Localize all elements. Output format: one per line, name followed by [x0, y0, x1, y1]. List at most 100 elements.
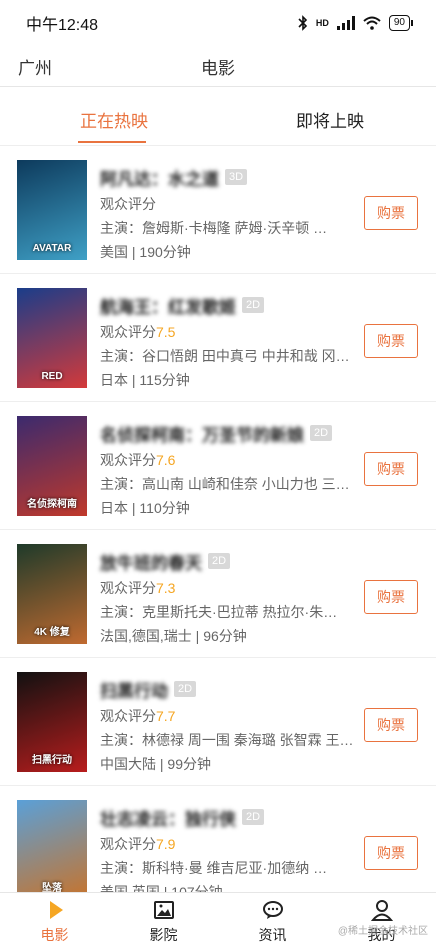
cast-text: 主演：詹姆斯·卡梅隆 萨姆·沃辛顿 …	[100, 220, 328, 236]
title-row: 航海王：红发歌姬 2D	[100, 293, 354, 318]
network-type-label: HD	[315, 18, 329, 28]
movie-info: 航海王：红发歌姬 2D 观众评分7.5 主演：谷口悟朗 田中真弓 中井和哉 冈……	[100, 294, 354, 390]
page-title: 电影	[201, 59, 235, 78]
cast-text: 主演：斯科特·曼 维吉尼亚·加德纳 …	[100, 860, 328, 876]
wifi-icon	[363, 16, 381, 30]
rating-label: 观众评分	[100, 708, 156, 724]
cast-text: 主演：克里斯托夫·巴拉蒂 热拉尔·朱…	[100, 604, 338, 620]
status-time: 中午12:48	[26, 17, 99, 34]
movie-list[interactable]: AVATAR 阿凡达：水之道 3D 观众评分 主演：詹姆斯·卡梅隆 萨姆·沃辛顿…	[0, 146, 436, 892]
buy-ticket-button[interactable]: 购票	[364, 580, 418, 614]
bottom-nav-item[interactable]: 资讯	[218, 893, 327, 951]
title-row: 放牛班的春天 2D	[100, 549, 354, 574]
movie-poster[interactable]: RED	[17, 288, 87, 388]
country-duration-text: 法国,德国,瑞士 | 96分钟	[100, 628, 247, 644]
country-duration-text: 日本 | 115分钟	[100, 372, 190, 388]
status-icons: HD 90	[298, 15, 414, 31]
title-row: 扫黑行动 2D	[100, 677, 354, 702]
watermark: @稀土掘金技术社区	[337, 926, 428, 937]
bluetooth-icon	[298, 15, 308, 31]
tab-coming-soon[interactable]: 即将上映	[296, 107, 364, 132]
signal-icon	[336, 16, 355, 30]
cast-text: 主演：林德禄 周一围 秦海璐 张智霖 王…	[100, 732, 354, 748]
rating-value: 7.3	[156, 580, 176, 596]
title-row: 壮志凌云：独行侠 2D	[100, 805, 354, 830]
rating-row: 观众评分7.7	[100, 706, 354, 726]
cast-text: 主演：谷口悟朗 田中真弓 中井和哉 冈…	[100, 348, 350, 364]
movie-title[interactable]: 阿凡达：水之道	[100, 165, 219, 190]
buy-ticket-button[interactable]: 购票	[364, 324, 418, 358]
battery-icon: 90	[388, 15, 414, 31]
rating-row: 观众评分7.5	[100, 322, 354, 342]
rating-label: 观众评分	[100, 452, 156, 468]
movie-poster[interactable]: 名侦探柯南	[17, 416, 87, 516]
user-icon	[370, 899, 393, 921]
movie-poster[interactable]: 坠落	[17, 800, 87, 892]
title-row: 阿凡达：水之道 3D	[100, 165, 354, 190]
movie-list-item[interactable]: AVATAR 阿凡达：水之道 3D 观众评分 主演：詹姆斯·卡梅隆 萨姆·沃辛顿…	[0, 146, 436, 274]
movie-info: 阿凡达：水之道 3D 观众评分 主演：詹姆斯·卡梅隆 萨姆·沃辛顿 … 美国 |…	[100, 166, 354, 262]
image-icon	[153, 899, 175, 921]
movie-poster[interactable]: 4K 修复	[17, 544, 87, 644]
format-badge: 2D	[208, 553, 231, 569]
poster-caption: 坠落	[42, 883, 62, 892]
play-icon	[44, 899, 66, 921]
format-badge: 2D	[310, 425, 333, 441]
top-nav: 广州 电影	[0, 46, 436, 87]
bottom-nav-label: 影院	[149, 927, 178, 943]
rating-value: 7.6	[156, 452, 176, 468]
country-duration-text: 美国 | 190分钟	[100, 244, 191, 260]
cast-text: 主演：高山南 山崎和佳奈 小山力也 三…	[100, 476, 350, 492]
rating-label: 观众评分	[100, 324, 156, 340]
buy-ticket-button[interactable]: 购票	[364, 836, 418, 870]
movie-list-item[interactable]: 4K 修复 放牛班的春天 2D 观众评分7.3 主演：克里斯托夫·巴拉蒂 热拉尔…	[0, 530, 436, 658]
movie-list-item[interactable]: 扫黑行动 扫黑行动 2D 观众评分7.7 主演：林德禄 周一围 秦海璐 张智霖 …	[0, 658, 436, 786]
tab-now-showing[interactable]: 正在热映	[80, 107, 148, 132]
movie-title[interactable]: 壮志凌云：独行侠	[100, 805, 236, 830]
movie-title[interactable]: 放牛班的春天	[100, 549, 202, 574]
format-badge: 2D	[242, 297, 265, 313]
movie-title[interactable]: 航海王：红发歌姬	[100, 293, 236, 318]
format-badge: 2D	[242, 809, 265, 825]
country-duration-text: 美国,英国 | 107分钟	[100, 884, 223, 892]
active-tab-indicator	[78, 141, 146, 143]
country-duration-text: 日本 | 110分钟	[100, 500, 190, 516]
rating-value: 7.5	[156, 324, 176, 340]
rating-row: 观众评分7.3	[100, 578, 354, 598]
movie-title[interactable]: 扫黑行动	[100, 677, 168, 702]
status-bar: 中午12:48 HD 90	[0, 0, 436, 46]
rating-value: 7.7	[156, 708, 176, 724]
poster-caption: 4K 修复	[34, 627, 70, 638]
movie-info: 放牛班的春天 2D 观众评分7.3 主演：克里斯托夫·巴拉蒂 热拉尔·朱… 法国…	[100, 550, 354, 646]
movie-poster[interactable]: 扫黑行动	[17, 672, 87, 772]
format-badge: 2D	[174, 681, 197, 697]
bottom-nav-label: 资讯	[258, 927, 287, 943]
country-duration-text: 中国大陆 | 99分钟	[100, 756, 211, 772]
buy-ticket-button[interactable]: 购票	[364, 452, 418, 486]
rating-row: 观众评分	[100, 194, 354, 214]
movie-info: 扫黑行动 2D 观众评分7.7 主演：林德禄 周一围 秦海璐 张智霖 王… 中国…	[100, 678, 354, 774]
buy-ticket-button[interactable]: 购票	[364, 196, 418, 230]
movie-title[interactable]: 名侦探柯南：万圣节的新娘	[100, 421, 304, 446]
bottom-nav-item[interactable]: 电影	[0, 893, 109, 951]
rating-label: 观众评分	[100, 196, 156, 212]
title-row: 名侦探柯南：万圣节的新娘 2D	[100, 421, 354, 446]
format-badge: 3D	[225, 169, 248, 185]
chat-icon	[262, 899, 284, 921]
rating-value: 7.9	[156, 836, 176, 852]
bottom-nav-item[interactable]: 影院	[109, 893, 218, 951]
movie-info: 壮志凌云：独行侠 2D 观众评分7.9 主演：斯科特·曼 维吉尼亚·加德纳 … …	[100, 806, 354, 892]
rating-row: 观众评分7.9	[100, 834, 354, 854]
poster-caption: RED	[41, 371, 63, 382]
rating-row: 观众评分7.6	[100, 450, 354, 470]
movie-list-item[interactable]: 坠落 壮志凌云：独行侠 2D 观众评分7.9 主演：斯科特·曼 维吉尼亚·加德纳…	[0, 786, 436, 892]
movie-tabs: 正在热映 即将上映	[0, 87, 436, 146]
movie-list-item[interactable]: RED 航海王：红发歌姬 2D 观众评分7.5 主演：谷口悟朗 田中真弓 中井和…	[0, 274, 436, 402]
rating-label: 观众评分	[100, 580, 156, 596]
buy-ticket-button[interactable]: 购票	[364, 708, 418, 742]
rating-label: 观众评分	[100, 836, 156, 852]
poster-caption: 扫黑行动	[32, 755, 72, 766]
bottom-nav-label: 电影	[40, 927, 69, 943]
movie-list-item[interactable]: 名侦探柯南 名侦探柯南：万圣节的新娘 2D 观众评分7.6 主演：高山南 山崎和…	[0, 402, 436, 530]
movie-poster[interactable]: AVATAR	[17, 160, 87, 260]
